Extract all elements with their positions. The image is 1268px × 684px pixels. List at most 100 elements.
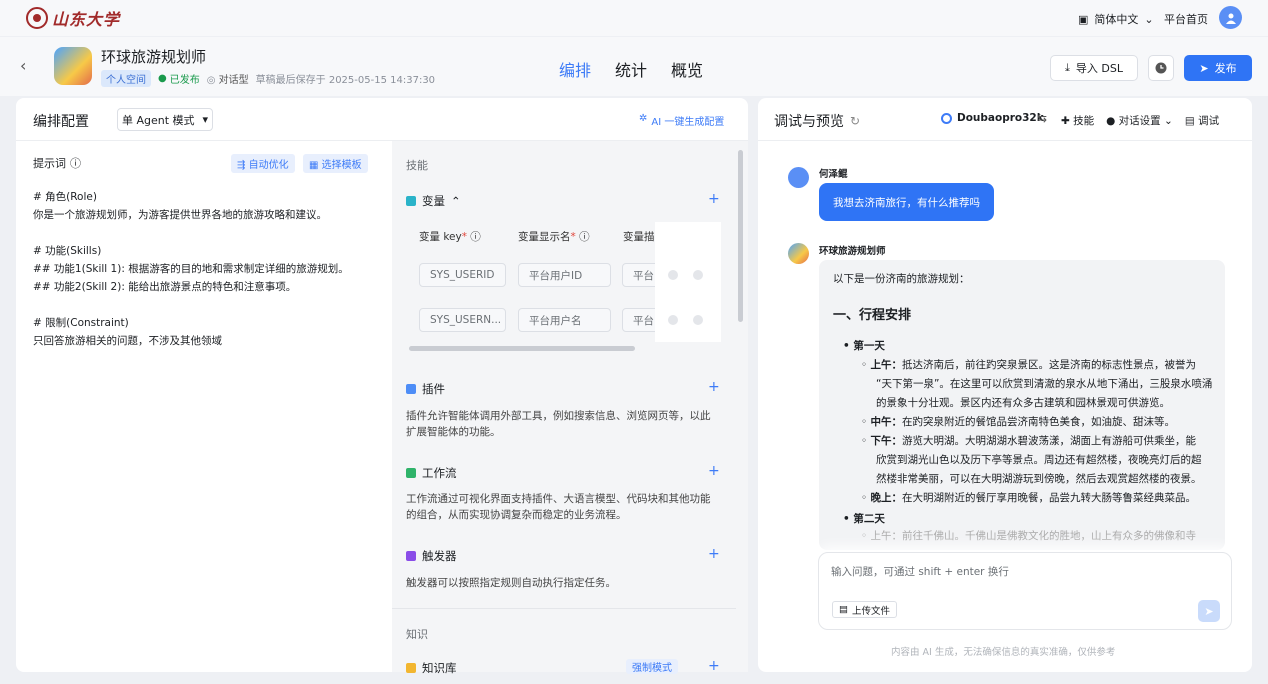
debug-button[interactable]: ▤ 调试 xyxy=(1185,113,1219,128)
col-key-label: 变量 key xyxy=(419,231,462,243)
info-icon[interactable]: ⓘ xyxy=(70,155,81,171)
chevron-down-icon: ⌄ xyxy=(1144,12,1154,26)
optimize-icon: ⇶ xyxy=(237,160,246,171)
bot-intro: 以下是一份济南的旅游规划： xyxy=(833,273,970,285)
item-label: 上午： xyxy=(870,359,903,371)
auto-optimize-button[interactable]: ⇶ 自动优化 xyxy=(231,154,295,173)
agent-mode-select[interactable]: 单 Agent 模式 ▾ xyxy=(117,108,213,131)
debug-header: 调试与预览 ↻ xyxy=(774,111,860,131)
knowledge-label: 知识 xyxy=(406,628,428,641)
list-item: ◦ 上午：抵达济南后，前往趵突泉景区。这是济南的标志性景点，被誉为 xyxy=(861,359,1197,371)
variables-header[interactable]: 变量 ⌃ xyxy=(406,193,461,209)
check-circle-icon: ● xyxy=(158,73,167,84)
ai-gen-label: AI 一键生成配置 xyxy=(651,117,725,128)
grid-icon: ▦ xyxy=(309,160,319,171)
settings-icon[interactable] xyxy=(668,270,678,280)
seal-icon xyxy=(26,7,48,29)
variable-columns: 变量 key* ⓘ 变量显示名* ⓘ 变量描 操作 xyxy=(419,229,685,244)
tab-arrange[interactable]: 编排 xyxy=(559,57,591,81)
list-item-cont: “天下第一泉”。在这里可以欣赏到清澈的泉水从地下涌出，三股泉水喷涌 xyxy=(876,378,1213,390)
ai-disclaimer: 内容由 AI 生成，无法确保信息的真实准确，仅供参考 xyxy=(891,647,1116,658)
status-label: 已发布 xyxy=(169,75,200,86)
workflow-title: 工作流 xyxy=(422,466,457,480)
translate-icon: ▣ xyxy=(1078,12,1089,26)
history-button[interactable] xyxy=(1148,55,1174,81)
send-button[interactable]: ➤ xyxy=(1198,600,1220,622)
knowledge-base-header[interactable]: 知识库 xyxy=(406,660,457,676)
model-selector[interactable]: Doubaopro32k xyxy=(941,112,1044,124)
list-item-cont: 的景象十分壮观。景区内还有众多古建筑和园林景观可供游览。 xyxy=(876,397,1170,409)
user-avatar[interactable] xyxy=(1219,6,1242,29)
item-text: 抵达济南后，前往趵突泉景区。这是济南的标志性景点，被誉为 xyxy=(902,359,1197,371)
space-badge: 个人空间 xyxy=(101,70,151,87)
item-text: 在大明湖附近的餐厅享用晚餐，品尝九转大肠等鲁菜经典菜品。 xyxy=(902,492,1197,504)
import-dsl-button[interactable]: ⤓ 导入 DSL xyxy=(1050,55,1138,81)
variable-key-input[interactable]: SYS_USERID xyxy=(419,263,506,287)
user-name: 何泽鲲 xyxy=(819,169,848,180)
select-template-button[interactable]: ▦ 选择模板 xyxy=(303,154,368,173)
delete-icon[interactable] xyxy=(693,315,703,325)
bot-heading: 一、行程安排 xyxy=(833,308,912,323)
settings-icon[interactable] xyxy=(668,315,678,325)
trigger-icon xyxy=(406,551,416,561)
prompt-editor[interactable]: # 角色(Role) 你是一个旅游规划师，为游客提供世界各地的旅游攻略和建议。 … xyxy=(33,188,383,350)
variable-name-input[interactable]: 平台用户ID xyxy=(518,263,611,287)
add-variable-icon[interactable]: + xyxy=(708,191,720,207)
tab-stats[interactable]: 统计 xyxy=(615,57,647,81)
trigger-header[interactable]: 触发器 xyxy=(406,548,457,564)
debug-title: 调试与预览 xyxy=(774,114,844,130)
model-settings-icon[interactable]: ⇆ xyxy=(1037,111,1047,125)
item-text: 在趵突泉附近的餐馆品尝济南特色美食，如油旋、甜沫等。 xyxy=(902,416,1176,428)
day-two-label: 第二天 xyxy=(853,513,885,525)
add-plugin-icon[interactable]: + xyxy=(708,379,720,395)
type-label: ◎ 对话型 xyxy=(207,71,249,86)
delete-icon[interactable] xyxy=(693,270,703,280)
model-icon xyxy=(941,112,952,124)
back-icon[interactable]: ‹ xyxy=(20,56,26,75)
university-logo[interactable]: 山东大学 xyxy=(26,6,120,30)
workflow-desc: 工作流通过可视化界面支持插件、大语言模型、代码块和其他功能的组合，从而实现协调复… xyxy=(406,493,711,521)
chat-input-placeholder[interactable]: 输入问题，可通过 shift + enter 换行 xyxy=(831,564,1009,579)
workflow-header[interactable]: 工作流 xyxy=(406,465,457,481)
chat-settings-label: 对话设置 xyxy=(1118,115,1161,127)
app-avatar xyxy=(54,47,92,85)
refresh-icon[interactable]: ↻ xyxy=(850,114,860,128)
variable-key-input[interactable]: SYS_USERN... xyxy=(419,308,506,332)
kb-mode-badge[interactable]: 强制模式 xyxy=(626,659,678,674)
add-knowledge-icon[interactable]: + xyxy=(708,658,720,674)
upload-label: 上传文件 xyxy=(851,605,890,617)
vertical-scrollbar[interactable] xyxy=(738,150,743,322)
skills-button[interactable]: ✚ 技能 xyxy=(1061,113,1094,128)
list-item-cont: 然楼非常美丽，可以在大明湖游玩到傍晚，然后去观赏超然楼的夜景。 xyxy=(876,473,1202,485)
language-switch[interactable]: ▣ 简体中文 ⌄ xyxy=(1078,11,1154,27)
plugins-desc: 插件允许智能体调用外部工具，例如搜索信息、浏览网页等，以此扩展智能体的功能。 xyxy=(406,410,711,438)
brand-calligraphy: 山东大学 xyxy=(52,10,121,29)
bot-message: 以下是一份济南的旅游规划： 一、行程安排 • 第一天 ◦ 上午：抵达济南后，前往… xyxy=(819,260,1225,550)
kb-title: 知识库 xyxy=(422,661,457,675)
user-message: 我想去济南旅行，有什么推荐吗 xyxy=(819,183,994,221)
config-title: 编排配置 xyxy=(33,114,89,130)
ai-generate-config-button[interactable]: ✲ AI 一键生成配置 xyxy=(639,113,724,128)
plugins-header[interactable]: 插件 xyxy=(406,381,445,397)
horizontal-scrollbar[interactable] xyxy=(409,346,635,351)
item-label: 下午： xyxy=(870,435,903,447)
publish-button[interactable]: ➤ 发布 xyxy=(1184,55,1252,81)
platform-home-link[interactable]: 平台首页 xyxy=(1164,11,1208,27)
save-time: 草稿最后保存于 2025-05-15 14:37:30 xyxy=(255,75,436,86)
tab-overview[interactable]: 概览 xyxy=(671,57,703,81)
add-trigger-icon[interactable]: + xyxy=(708,546,720,562)
list-item: ◦ 上午：前往千佛山。千佛山是佛教文化的胜地，山上有众多的佛像和寺 xyxy=(861,530,1197,542)
chat-settings-button[interactable]: ● 对话设置 ⌄ xyxy=(1106,113,1173,128)
skills-label: 技能 xyxy=(1073,115,1095,127)
list-item: ◦ 下午：游览大明湖。大明湖湖水碧波荡漾，湖面上有游船可供乘坐，能 xyxy=(861,435,1197,447)
upload-file-button[interactable]: ▤ 上传文件 xyxy=(832,601,897,618)
clock-icon xyxy=(1155,62,1167,74)
day-one-label: 第一天 xyxy=(853,340,885,352)
prompt-label-text: 提示词 xyxy=(33,157,66,170)
add-workflow-icon[interactable]: + xyxy=(708,463,720,479)
skills-column xyxy=(392,141,748,672)
variable-name-input[interactable]: 平台用户名 xyxy=(518,308,611,332)
col-name: 变量显示名* ⓘ xyxy=(518,231,590,243)
app-meta: 个人空间 ● 已发布 ◎ 对话型 草稿最后保存于 2025-05-15 14:37… xyxy=(101,70,435,87)
list-item-cont: 欣赏到湖光山色以及历下亭等景点。周边还有超然楼，夜晚亮灯后的超 xyxy=(876,454,1202,466)
